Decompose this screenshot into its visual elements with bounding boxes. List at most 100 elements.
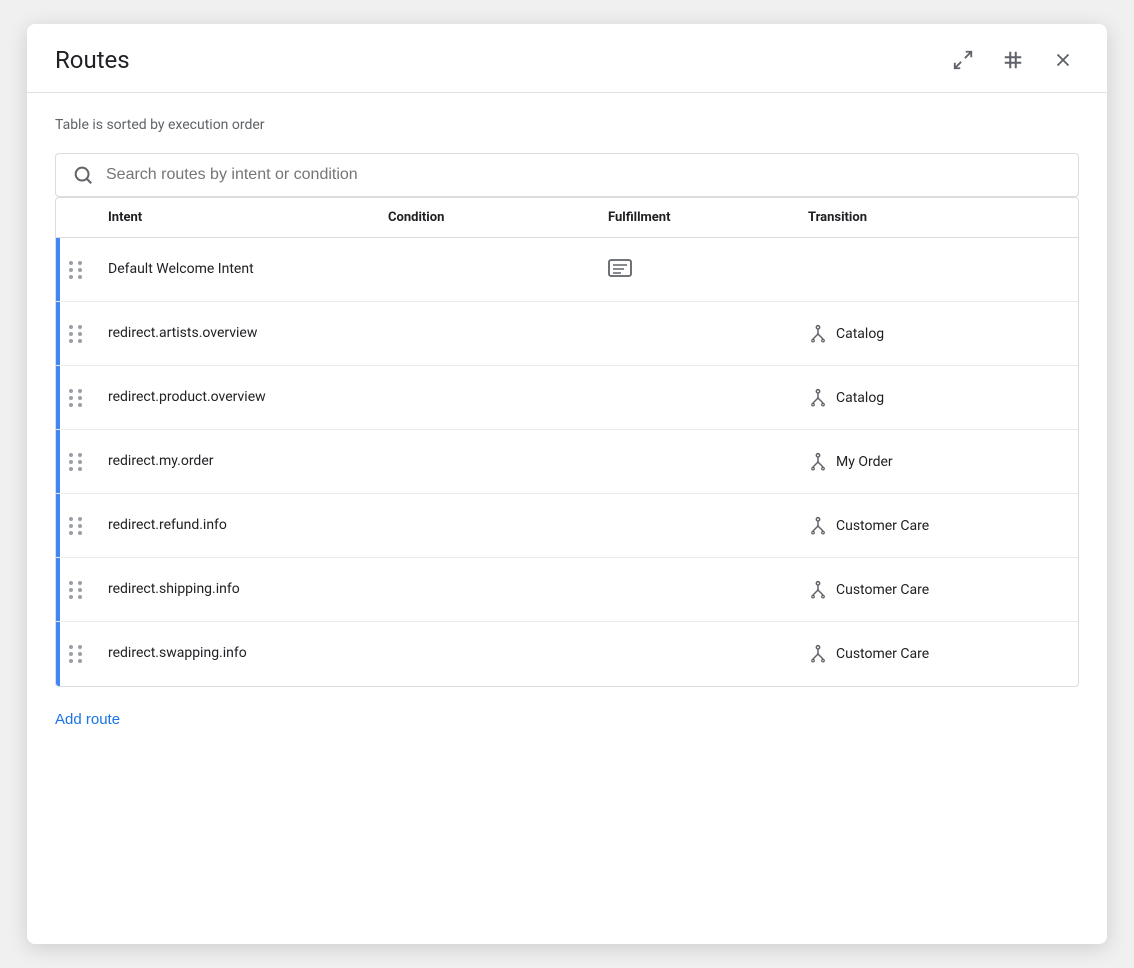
table-header: Intent Condition Fulfillment Transition bbox=[56, 198, 1078, 238]
drag-dot bbox=[69, 467, 73, 471]
condition-cell bbox=[376, 450, 596, 474]
condition-cell bbox=[376, 514, 596, 538]
drag-dots bbox=[69, 453, 83, 471]
drag-dot bbox=[78, 467, 82, 471]
drag-handle[interactable] bbox=[56, 325, 96, 343]
fork-icon bbox=[808, 452, 828, 472]
drag-handle[interactable] bbox=[56, 261, 96, 279]
expand-icon bbox=[952, 49, 974, 71]
close-button[interactable] bbox=[1047, 44, 1079, 76]
transition-cell: Catalog bbox=[796, 376, 1078, 420]
sort-info: Table is sorted by execution order bbox=[55, 117, 1079, 133]
drag-dot bbox=[78, 460, 82, 464]
drag-dot bbox=[78, 645, 82, 649]
drag-dot bbox=[78, 524, 82, 528]
transition-cell: Customer Care bbox=[796, 632, 1078, 676]
grid-icon bbox=[1002, 49, 1024, 71]
drag-dot bbox=[78, 339, 82, 343]
transition-label: Catalog bbox=[836, 390, 884, 406]
drag-handle[interactable] bbox=[56, 517, 96, 535]
intent-cell: redirect.product.overview bbox=[96, 376, 376, 420]
intent-cell: Default Welcome Intent bbox=[96, 248, 376, 292]
drag-dot bbox=[78, 652, 82, 656]
dialog-body: Table is sorted by execution order Inten… bbox=[27, 93, 1107, 944]
table-row[interactable]: redirect.artists.overview Catalog bbox=[56, 302, 1078, 366]
fork-icon bbox=[808, 580, 828, 600]
col-intent: Intent bbox=[96, 210, 376, 225]
drag-dot bbox=[78, 396, 82, 400]
routes-table: Intent Condition Fulfillment Transition bbox=[55, 197, 1079, 687]
table-row[interactable]: redirect.shipping.info Customer Care bbox=[56, 558, 1078, 622]
drag-dot bbox=[69, 389, 73, 393]
add-route-button[interactable]: Add route bbox=[55, 707, 1079, 732]
drag-handle[interactable] bbox=[56, 645, 96, 663]
fork-icon bbox=[808, 516, 828, 536]
drag-dot bbox=[78, 595, 82, 599]
expand-button[interactable] bbox=[947, 44, 979, 76]
table-row[interactable]: redirect.refund.info Customer Care bbox=[56, 494, 1078, 558]
table-row[interactable]: redirect.my.order My Order bbox=[56, 430, 1078, 494]
drag-dot bbox=[69, 645, 73, 649]
col-condition: Condition bbox=[376, 210, 596, 225]
drag-dot bbox=[69, 261, 73, 265]
drag-dot bbox=[69, 581, 73, 585]
intent-cell: redirect.refund.info bbox=[96, 504, 376, 548]
dialog-header: Routes bbox=[27, 24, 1107, 93]
transition-label: Customer Care bbox=[836, 582, 929, 598]
transition-label: Customer Care bbox=[836, 646, 929, 662]
message-icon bbox=[608, 259, 632, 281]
drag-dot bbox=[69, 517, 73, 521]
transition-cell bbox=[796, 258, 1078, 282]
drag-dot bbox=[78, 332, 82, 336]
condition-cell bbox=[376, 386, 596, 410]
drag-handle[interactable] bbox=[56, 581, 96, 599]
search-bar bbox=[55, 153, 1079, 197]
grid-button[interactable] bbox=[997, 44, 1029, 76]
drag-dot bbox=[78, 517, 82, 521]
drag-dot bbox=[78, 531, 82, 535]
drag-handle[interactable] bbox=[56, 389, 96, 407]
row-left-bar bbox=[56, 238, 60, 301]
drag-dot bbox=[78, 453, 82, 457]
drag-dot bbox=[78, 261, 82, 265]
table-row[interactable]: Default Welcome Intent bbox=[56, 238, 1078, 302]
drag-dot bbox=[78, 403, 82, 407]
drag-dots bbox=[69, 389, 83, 407]
condition-cell bbox=[376, 322, 596, 346]
transition-label: Customer Care bbox=[836, 518, 929, 534]
fulfillment-cell bbox=[596, 514, 796, 538]
drag-dot bbox=[69, 460, 73, 464]
drag-dots bbox=[69, 261, 83, 279]
row-left-bar bbox=[56, 430, 60, 493]
drag-dot bbox=[78, 325, 82, 329]
drag-dot bbox=[69, 275, 73, 279]
condition-cell bbox=[376, 578, 596, 602]
transition-cell: Customer Care bbox=[796, 568, 1078, 612]
transition-label: My Order bbox=[836, 454, 893, 470]
intent-cell: redirect.artists.overview bbox=[96, 312, 376, 356]
drag-dot bbox=[69, 396, 73, 400]
search-input[interactable] bbox=[106, 166, 1062, 184]
drag-dots bbox=[69, 517, 83, 535]
table-row[interactable]: redirect.swapping.info Customer Care bbox=[56, 622, 1078, 686]
condition-cell bbox=[376, 642, 596, 666]
table-row[interactable]: redirect.product.overview Catalog bbox=[56, 366, 1078, 430]
fulfillment-cell bbox=[596, 386, 796, 410]
drag-dots bbox=[69, 645, 83, 663]
fulfillment-cell bbox=[596, 642, 796, 666]
row-left-bar bbox=[56, 302, 60, 365]
search-icon bbox=[72, 164, 94, 186]
drag-dots bbox=[69, 581, 83, 599]
intent-cell: redirect.swapping.info bbox=[96, 632, 376, 676]
drag-dots bbox=[69, 325, 83, 343]
drag-dot bbox=[69, 268, 73, 272]
drag-dot bbox=[78, 275, 82, 279]
drag-handle[interactable] bbox=[56, 453, 96, 471]
drag-dot bbox=[69, 403, 73, 407]
transition-cell: Customer Care bbox=[796, 504, 1078, 548]
drag-dot bbox=[78, 581, 82, 585]
col-fulfillment: Fulfillment bbox=[596, 210, 796, 225]
drag-dot bbox=[78, 389, 82, 393]
fulfillment-cell bbox=[596, 247, 796, 293]
drag-dot bbox=[69, 332, 73, 336]
